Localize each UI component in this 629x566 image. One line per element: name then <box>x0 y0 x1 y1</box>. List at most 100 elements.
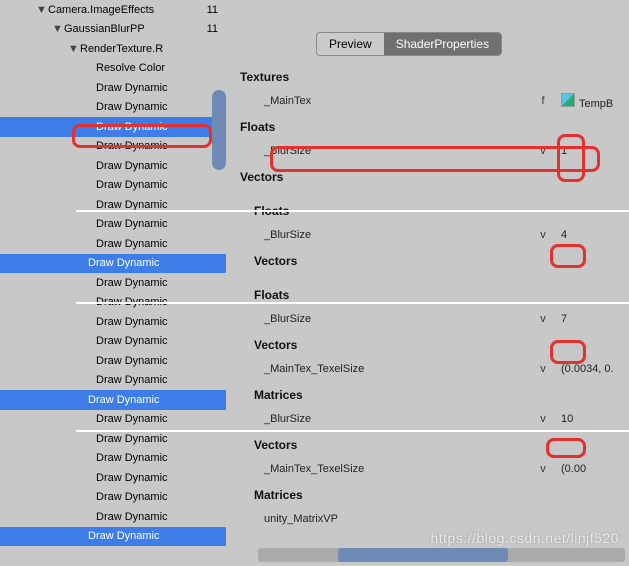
prop-value: (0.00 <box>555 463 625 475</box>
tree-row-label: Draw Dynamic <box>96 335 226 347</box>
prop-type: v <box>531 313 555 325</box>
prop-value: (0.0034, 0. <box>555 363 625 375</box>
tree-row-label: Draw Dynamic <box>96 491 226 503</box>
section-matrices: Matrices <box>254 488 625 502</box>
prop-value: 7 <box>555 313 625 325</box>
tree-row[interactable]: ▼RenderTexture.R <box>0 39 226 59</box>
tree-row-label: Draw Dynamic <box>96 316 226 328</box>
prop-value: 10 <box>555 413 625 425</box>
disclosure-triangle-icon[interactable]: ▼ <box>36 4 46 16</box>
section-floats: Floats <box>240 120 625 134</box>
tree-row[interactable]: Draw Dynamic <box>0 390 226 410</box>
section-vectors: Vectors <box>240 170 625 184</box>
tree-row-label: Draw Dynamic <box>96 179 226 191</box>
prop-blursize[interactable]: _BlurSize v 7 <box>236 308 625 330</box>
prop-name: _BlurSize <box>264 413 531 425</box>
prop-type: v <box>531 463 555 475</box>
tree-row[interactable]: Draw Dynamic <box>0 507 226 527</box>
divider <box>76 302 629 304</box>
prop-name: _MainTex_TexelSize <box>264 363 531 375</box>
tree-row-count: 11 <box>207 23 218 35</box>
tree-row[interactable]: Draw Dynamic <box>0 527 226 547</box>
prop-maintex[interactable]: _MainTex f TempB <box>236 90 625 112</box>
tree-row-label: RenderTexture.R <box>80 43 226 55</box>
prop-name: _BlurSize <box>264 145 531 157</box>
tree-row-label: Draw Dynamic <box>96 433 226 445</box>
tree-row[interactable]: Draw Dynamic <box>0 98 226 118</box>
prop-name: _MainTex_TexelSize <box>264 463 531 475</box>
tree-row-label: Draw Dynamic <box>88 530 226 542</box>
divider <box>76 430 629 432</box>
tree-row[interactable]: Draw Dynamic <box>0 254 226 274</box>
prop-name: _BlurSize <box>264 313 531 325</box>
tree-row-label: Draw Dynamic <box>96 199 226 211</box>
tree-row-label: Draw Dynamic <box>88 257 226 269</box>
tree-row[interactable]: Resolve Color <box>0 59 226 79</box>
tree-row-label: Camera.ImageEffects <box>48 4 207 16</box>
inspector-panel: Preview ShaderProperties Textures _MainT… <box>226 0 629 566</box>
horizontal-scrollbar[interactable] <box>258 548 625 562</box>
section-vectors: Vectors <box>254 338 625 352</box>
tab-preview[interactable]: Preview <box>317 33 384 55</box>
tree-row-label: Draw Dynamic <box>96 413 226 425</box>
prop-type: v <box>531 145 555 157</box>
tree-row-count: 11 <box>207 4 218 16</box>
tree-row[interactable]: Draw Dynamic <box>0 332 226 352</box>
tree-row-label: Draw Dynamic <box>96 121 226 133</box>
prop-value: 1 <box>555 145 625 157</box>
divider <box>76 210 629 212</box>
tree-row[interactable]: Draw Dynamic <box>0 488 226 508</box>
tree-row[interactable]: Draw Dynamic <box>0 312 226 332</box>
section-matrices: Matrices <box>254 388 625 402</box>
tree-scrollbar[interactable] <box>212 90 226 170</box>
tree-row-label: Draw Dynamic <box>96 82 226 94</box>
disclosure-triangle-icon[interactable]: ▼ <box>52 23 62 35</box>
tree-row[interactable]: ▼GaussianBlurPP11 <box>0 20 226 40</box>
prop-type: f <box>531 95 555 107</box>
section-vectors: Vectors <box>254 254 625 268</box>
tree-row[interactable]: Draw Dynamic <box>0 449 226 469</box>
prop-type: v <box>531 229 555 241</box>
tree-row[interactable]: Draw Dynamic <box>0 234 226 254</box>
tree-row[interactable]: Draw Dynamic <box>0 137 226 157</box>
prop-blursize[interactable]: _BlurSize v 4 <box>236 224 625 246</box>
section-textures: Textures <box>240 70 625 84</box>
prop-blursize[interactable]: _BlurSize v 10 <box>236 408 625 430</box>
prop-texelsize[interactable]: _MainTex_TexelSize v (0.00 <box>236 458 625 480</box>
tree-row[interactable]: Draw Dynamic <box>0 215 226 235</box>
prop-blursize[interactable]: _BlurSize v 1 <box>236 140 625 162</box>
section-vectors: Vectors <box>254 438 625 452</box>
tree-row-label: Draw Dynamic <box>96 472 226 484</box>
prop-type: v <box>531 413 555 425</box>
tab-bar: Preview ShaderProperties <box>316 32 502 56</box>
scrollbar-thumb[interactable] <box>338 548 508 562</box>
tree-row[interactable]: Draw Dynamic <box>0 273 226 293</box>
tree-row-label: Draw Dynamic <box>96 238 226 250</box>
prop-name: _BlurSize <box>264 229 531 241</box>
tree-row-label: Draw Dynamic <box>88 394 226 406</box>
tree-row[interactable]: Draw Dynamic <box>0 156 226 176</box>
section-floats: Floats <box>254 288 625 302</box>
tree-row[interactable]: Draw Dynamic <box>0 78 226 98</box>
tree-row[interactable]: Draw Dynamic <box>0 468 226 488</box>
tree-row-label: Draw Dynamic <box>96 140 226 152</box>
prop-texelsize[interactable]: _MainTex_TexelSize v (0.0034, 0. <box>236 358 625 380</box>
disclosure-triangle-icon[interactable]: ▼ <box>68 43 78 55</box>
tree-row[interactable]: Draw Dynamic <box>0 410 226 430</box>
tree-row[interactable]: Draw Dynamic <box>0 117 226 137</box>
tree-row[interactable]: Draw Dynamic <box>0 351 226 371</box>
hierarchy-tree: ▼Camera.ImageEffects11▼GaussianBlurPP11▼… <box>0 0 226 566</box>
tree-row-label: Draw Dynamic <box>96 374 226 386</box>
tree-row-label: Draw Dynamic <box>96 160 226 172</box>
tree-row-label: Draw Dynamic <box>96 277 226 289</box>
prop-name: unity_MatrixVP <box>264 513 625 525</box>
tab-shader-properties[interactable]: ShaderProperties <box>384 33 501 55</box>
prop-matrixvp[interactable]: unity_MatrixVP <box>236 508 625 530</box>
prop-value: TempB <box>555 93 625 110</box>
tree-row[interactable]: Draw Dynamic <box>0 176 226 196</box>
tree-row-label: GaussianBlurPP <box>64 23 207 35</box>
tree-row[interactable]: ▼Camera.ImageEffects11 <box>0 0 226 20</box>
prop-value: 4 <box>555 229 625 241</box>
tree-row-label: Draw Dynamic <box>96 355 226 367</box>
tree-row[interactable]: Draw Dynamic <box>0 371 226 391</box>
